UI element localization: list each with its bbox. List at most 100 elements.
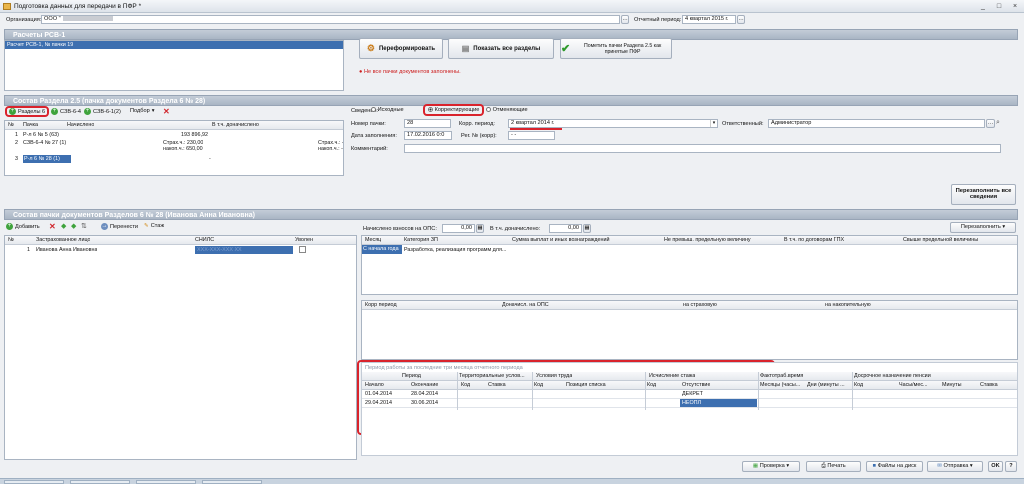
uvolen-checkbox[interactable]	[299, 246, 306, 253]
warning-text: ● Не все пачки документов заполнены.	[359, 69, 461, 75]
document-icon: ▤	[461, 44, 470, 53]
taskbar	[0, 478, 1024, 484]
radio-icon	[371, 107, 376, 113]
print-button[interactable]: ⎙ Печать	[806, 461, 861, 472]
section25-table-header: № Пачка Начислено В т.ч. доначислено	[5, 121, 343, 130]
szv64-button[interactable]: + СЗВ-6-4	[51, 108, 81, 115]
radio-iskhodnye[interactable]: Исходные	[371, 107, 404, 113]
section6-header: Состав пачки документов Разделов 6 № 28 …	[4, 209, 1018, 220]
org-select-button[interactable]: …	[621, 15, 629, 24]
period-field[interactable]: 4 квартал 2015 г.	[682, 15, 736, 24]
nach-calc-button[interactable]: ▦	[476, 224, 484, 233]
pencil-icon: ✎	[144, 223, 149, 229]
period-select-button[interactable]: …	[737, 15, 745, 24]
date-field[interactable]: 17.02.2016 0:0	[404, 131, 452, 140]
razdely6-button[interactable]: + Разделы 6	[5, 106, 50, 117]
files-button[interactable]: ■ Файлы на диск	[866, 461, 923, 472]
korr-table-header: Корр период Доначисл. на ОПС на страхову…	[362, 301, 1017, 310]
persons-table-header: № Застрахованное лицо СНИЛС Уволен	[5, 236, 356, 245]
nomer-label: Номер пачки:	[351, 121, 386, 127]
chevron-down-icon: ▾	[710, 120, 717, 127]
date-label: Дата заполнения:	[351, 133, 397, 139]
mark-accepted-button[interactable]: ✔ Пометить пачки Раздела 2.5 как принятые…	[560, 38, 672, 59]
korr-period-select[interactable]: 2 квартал 2014 г. ▾	[508, 119, 718, 128]
chevron-down-icon: ▾	[151, 108, 155, 114]
minimize-button[interactable]: _	[976, 2, 990, 11]
sort-icon[interactable]: ⇅	[81, 222, 87, 230]
payments-table-header: Месяц Категория ЗП Сумма выплат и иных в…	[362, 236, 1017, 245]
dona-calc-button[interactable]: ▦	[583, 224, 591, 233]
org-field[interactable]: ООО "	[41, 15, 620, 24]
delete-icon[interactable]: ✕	[49, 222, 56, 231]
org-label: Организация:	[6, 17, 42, 23]
org-value: ООО "	[44, 16, 61, 22]
ok-button[interactable]: OK	[988, 461, 1003, 472]
help-button[interactable]: ?	[1005, 461, 1017, 472]
printer-icon: ⎙	[821, 463, 826, 469]
taskbar-item[interactable]	[70, 480, 130, 484]
payments-table: Месяц Категория ЗП Сумма выплат и иных в…	[361, 235, 1018, 295]
redacted-block	[62, 16, 113, 22]
disk-icon: ■	[872, 463, 877, 469]
radio-korrektiruyushie[interactable]: Корректирующие	[423, 104, 485, 116]
korr-period-label: Корр. период:	[459, 121, 495, 127]
table-row[interactable]: 29.04.2014 30.06.2014 НЕОПЛ	[362, 399, 1017, 408]
check-button[interactable]: ▦ Проверка ▾	[742, 461, 800, 472]
taskbar-item[interactable]	[4, 480, 64, 484]
korr-table: Корр период Доначисл. на ОПС на страхову…	[361, 300, 1018, 360]
close-button[interactable]: ×	[1008, 2, 1022, 11]
szv612-button[interactable]: + СЗВ-6-1(2)	[84, 108, 121, 115]
checkmark-icon: ✔	[561, 43, 571, 55]
table-row[interactable]: 01.04.2014 28.04.2014 ДЕКРЕТ	[362, 390, 1017, 399]
rsv-list[interactable]: Расчет РСВ-1, № пачки 19	[4, 40, 344, 91]
add-button[interactable]: + Добавить	[6, 223, 40, 230]
rsv-list-item[interactable]: Расчет РСВ-1, № пачки 19	[5, 41, 343, 49]
reform-icon: ⚙	[366, 43, 375, 53]
comment-field[interactable]	[404, 144, 1001, 153]
underline-highlight	[510, 128, 562, 130]
stazh-col-header: Начало Окончание Код Ставка Код Позиция …	[362, 381, 1017, 390]
taskbar-item[interactable]	[202, 480, 262, 484]
stazh-group-header: Период Территориальные услов... Условия …	[362, 372, 1017, 381]
chevron-down-icon: ▾	[1002, 224, 1006, 230]
section25-table: № Пачка Начислено В т.ч. доначислено 1 Р…	[4, 120, 344, 176]
stazh-title: Период работы за последние три месяца от…	[365, 365, 523, 371]
podbor-button[interactable]: Подбор ▾	[130, 108, 155, 114]
move-up-icon[interactable]: ◆	[61, 222, 66, 230]
stazh-table: Период работы за последние три месяца от…	[361, 362, 1018, 456]
search-icon[interactable]: ⌕	[996, 119, 1000, 127]
send-button[interactable]: ✉ Отправка ▾	[927, 461, 983, 472]
section25-header: Состав Раздела 2.5 (пачка документов Раз…	[4, 95, 1018, 106]
nach-field[interactable]: 0,00	[442, 224, 475, 233]
otv-field[interactable]: Администратор	[768, 119, 985, 128]
table-row[interactable]: 2 СЗВ-6-4 № 27 (1) Страх.ч.: 230,00 нако…	[5, 139, 343, 155]
add-icon: +	[51, 108, 58, 115]
window-titlebar: Подготовка данных для передачи в ПФР * _…	[0, 0, 1024, 13]
maximize-button[interactable]: □	[992, 2, 1006, 11]
stazh-button[interactable]: ✎ Стаж	[144, 223, 164, 229]
table-row[interactable]: С начала года Разработка, реализация про…	[362, 245, 1017, 255]
add-icon: +	[9, 108, 16, 115]
radio-otmenyayushie[interactable]: Отменяющие	[486, 107, 528, 113]
reg-field[interactable]: - -	[508, 131, 555, 140]
otv-select-button[interactable]: …	[986, 119, 995, 128]
table-row[interactable]: 1 Р-л 6 № 5 (63) 193 896,92	[5, 130, 343, 139]
refill-dropdown-button[interactable]: Перезаполнить ▾	[950, 222, 1016, 233]
radio-selected-icon	[428, 107, 433, 113]
show-all-sections-button[interactable]: ▤ Показать все разделы	[448, 38, 554, 59]
nomer-field[interactable]: 28	[404, 119, 451, 128]
dona-field[interactable]: 0,00	[549, 224, 582, 233]
section6-toolbar: + Добавить ✕ ◆ ◆ ⇅ → Перенести ✎ Стаж	[4, 221, 344, 233]
comment-label: Комментарий:	[351, 146, 388, 152]
move-down-icon[interactable]: ◆	[71, 222, 76, 230]
move-button[interactable]: → Перенести	[101, 223, 138, 230]
reg-label: Рег. № (корр):	[461, 133, 497, 139]
taskbar-item[interactable]	[136, 480, 196, 484]
delete-icon[interactable]: ✕	[163, 107, 170, 116]
table-row[interactable]: 1 Иванова Анна Ивановна XXX-XXX-XXX XX	[5, 245, 356, 255]
refill-all-button[interactable]: Перезаполнить все сведения	[951, 184, 1016, 205]
window-title: Подготовка данных для передачи в ПФР *	[14, 3, 142, 10]
reform-button[interactable]: ⚙ Переформировать	[359, 38, 443, 59]
dona-label: В т.ч. доначислено:	[490, 226, 541, 232]
table-row[interactable]: 3 Р-л 6 № 28 (1) - -	[5, 155, 343, 164]
